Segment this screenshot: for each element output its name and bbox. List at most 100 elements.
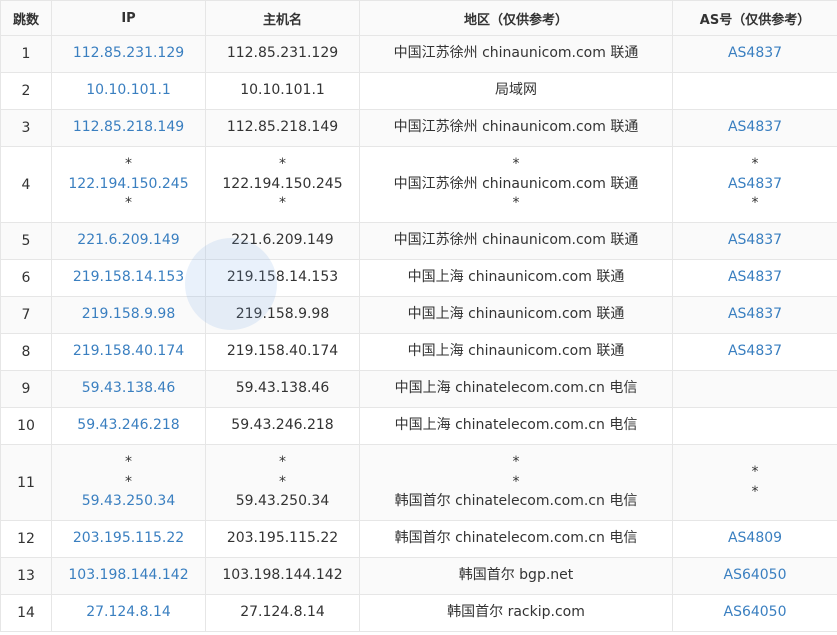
ip-cell-link[interactable]: 112.85.231.129 <box>54 44 203 64</box>
hop-cell: 7 <box>0 296 52 334</box>
ip-cell: 112.85.231.129 <box>51 35 206 73</box>
hostname-cell: 219.158.9.98 <box>205 296 360 334</box>
ip-cell: * 122.194.150.245 * <box>51 146 206 223</box>
region-cell-text: 中国上海 chinatelecom.com.cn 电信 <box>394 380 638 397</box>
asn-cell-link[interactable]: AS4837 <box>675 44 835 64</box>
hostname-cell-text: * <box>279 454 286 471</box>
ip-cell-link[interactable]: 221.6.209.149 <box>54 231 203 251</box>
table-body: 1 112.85.231.129 112.85.231.129 中国江苏徐州 chin… <box>0 35 837 632</box>
header-asn: AS号（仅供参考） <box>672 0 837 36</box>
hostname-cell-text: 103.198.144.142 <box>222 567 343 584</box>
region-cell-text: 韩国首尔 chinatelecom.com.cn 电信 <box>394 530 638 547</box>
hostname-cell-text: 10.10.101.1 <box>240 82 325 99</box>
ip-cell-text: * <box>125 454 132 471</box>
region-cell: 中国江苏徐州 chinaunicom.com 联通 <box>359 109 673 147</box>
hostname-cell: * 122.194.150.245 * <box>205 146 360 223</box>
asn-cell: AS4809 <box>672 520 837 558</box>
header-ip: IP <box>51 0 206 36</box>
hop-cell: 3 <box>0 109 52 147</box>
ip-cell-link[interactable]: 27.124.8.14 <box>54 603 203 623</box>
ip-cell-link[interactable]: 10.10.101.1 <box>54 81 203 101</box>
ip-cell: 219.158.40.174 <box>51 333 206 371</box>
asn-cell-link[interactable]: AS4837 <box>675 175 835 195</box>
ip-cell-link[interactable]: 59.43.246.218 <box>54 416 203 436</box>
ip-cell: 27.124.8.14 <box>51 594 206 632</box>
region-cell-text: 中国上海 chinaunicom.com 联通 <box>407 343 625 360</box>
region-cell-text: * <box>512 454 520 471</box>
traceroute-table: 跳数 IP 主机名 地区（仅供参考） AS号（仅供参考） 1 112.85.231… <box>0 0 837 632</box>
hostname-cell: 203.195.115.22 <box>205 520 360 558</box>
header-hop: 跳数 <box>0 0 52 36</box>
table-row: 10 59.43.246.218 59.43.246.218 中国上海 chinate… <box>0 407 837 445</box>
asn-cell-text: * <box>751 156 759 173</box>
hostname-cell: 59.43.138.46 <box>205 370 360 408</box>
hostname-cell-text: 203.195.115.22 <box>226 530 339 547</box>
region-cell-text: 中国上海 chinaunicom.com 联通 <box>407 306 625 323</box>
asn-cell-link[interactable]: AS64050 <box>675 603 835 623</box>
ip-cell: 10.10.101.1 <box>51 72 206 110</box>
region-cell: 中国上海 chinatelecom.com.cn 电信 <box>359 407 673 445</box>
ip-cell-link[interactable]: 219.158.9.98 <box>54 305 203 325</box>
region-cell: 中国上海 chinaunicom.com 联通 <box>359 333 673 371</box>
region-cell-text: 中国江苏徐州 chinaunicom.com 联通 <box>393 175 639 192</box>
hop-cell: 14 <box>0 594 52 632</box>
table-row: 3 112.85.218.149 112.85.218.149 中国江苏徐州 chin… <box>0 109 837 147</box>
ip-cell-link[interactable]: 112.85.218.149 <box>54 118 203 138</box>
ip-cell-text: * <box>125 195 132 212</box>
hop-cell: 1 <box>0 35 52 73</box>
asn-cell-link[interactable]: AS4837 <box>675 231 835 251</box>
asn-cell-link[interactable]: AS4837 <box>675 342 835 362</box>
asn-cell-text: * <box>751 195 759 212</box>
ip-cell-link[interactable]: 103.198.144.142 <box>54 566 203 586</box>
region-cell: 中国江苏徐州 chinaunicom.com 联通 <box>359 35 673 73</box>
hostname-cell-text: 219.158.9.98 <box>235 306 330 323</box>
asn-cell-link[interactable]: AS4809 <box>675 529 835 549</box>
ip-cell-link[interactable]: 122.194.150.245 <box>54 175 203 195</box>
table-row: 14 27.124.8.14 27.124.8.14 韩国首尔 rackip.com A… <box>0 594 837 632</box>
table-row: 6 219.158.14.153 219.158.14.153 中国上海 chinau… <box>0 259 837 297</box>
asn-cell-link[interactable]: AS4837 <box>675 305 835 325</box>
asn-cell-link[interactable]: AS64050 <box>675 566 835 586</box>
hostname-cell: 103.198.144.142 <box>205 557 360 595</box>
asn-cell <box>672 72 837 110</box>
ip-cell: * * 59.43.250.34 <box>51 444 206 521</box>
hostname-cell: 10.10.101.1 <box>205 72 360 110</box>
region-cell-text: 中国上海 chinaunicom.com 联通 <box>407 269 625 286</box>
table-row: 1 112.85.231.129 112.85.231.129 中国江苏徐州 chin… <box>0 35 837 73</box>
ip-cell-link[interactable]: 59.43.138.46 <box>54 379 203 399</box>
region-cell-text: 韩国首尔 chinatelecom.com.cn 电信 <box>394 493 638 510</box>
ip-cell-link[interactable]: 219.158.40.174 <box>54 342 203 362</box>
region-cell-text: 韩国首尔 bgp.net <box>458 567 574 584</box>
ip-cell-link[interactable]: 59.43.250.34 <box>54 492 203 512</box>
hostname-cell-text: 27.124.8.14 <box>240 604 325 621</box>
asn-cell-link[interactable]: AS4837 <box>675 118 835 138</box>
table-row: 12 203.195.115.22 203.195.115.22 韩国首尔 china… <box>0 520 837 558</box>
hostname-cell: 219.158.14.153 <box>205 259 360 297</box>
hop-cell: 10 <box>0 407 52 445</box>
region-cell-text: * <box>512 156 520 173</box>
ip-cell: 103.198.144.142 <box>51 557 206 595</box>
region-cell: 韩国首尔 chinatelecom.com.cn 电信 <box>359 520 673 558</box>
ip-cell-link[interactable]: 203.195.115.22 <box>54 529 203 549</box>
hostname-cell-text: 221.6.209.149 <box>231 232 334 249</box>
asn-cell <box>672 407 837 445</box>
hostname-cell: * * 59.43.250.34 <box>205 444 360 521</box>
hop-cell: 11 <box>0 444 52 521</box>
hop-cell: 6 <box>0 259 52 297</box>
hostname-cell-text: 112.85.218.149 <box>226 119 339 136</box>
ip-cell: 112.85.218.149 <box>51 109 206 147</box>
ip-cell-link[interactable]: 219.158.14.153 <box>54 268 203 288</box>
asn-cell-link[interactable]: AS4837 <box>675 268 835 288</box>
asn-cell-text: * <box>751 483 759 500</box>
asn-cell: AS4837 <box>672 109 837 147</box>
ip-cell: 203.195.115.22 <box>51 520 206 558</box>
hostname-cell: 27.124.8.14 <box>205 594 360 632</box>
asn-cell: AS4837 <box>672 333 837 371</box>
asn-cell: AS4837 <box>672 35 837 73</box>
hop-cell: 5 <box>0 222 52 260</box>
region-cell-text: 中国上海 chinatelecom.com.cn 电信 <box>394 417 638 434</box>
ip-cell-text: * <box>125 473 132 490</box>
table-row: 2 10.10.101.1 10.10.101.1 局域网 <box>0 72 837 110</box>
hostname-cell-text: 59.43.246.218 <box>231 417 334 434</box>
region-cell-text: 局域网 <box>495 82 537 99</box>
